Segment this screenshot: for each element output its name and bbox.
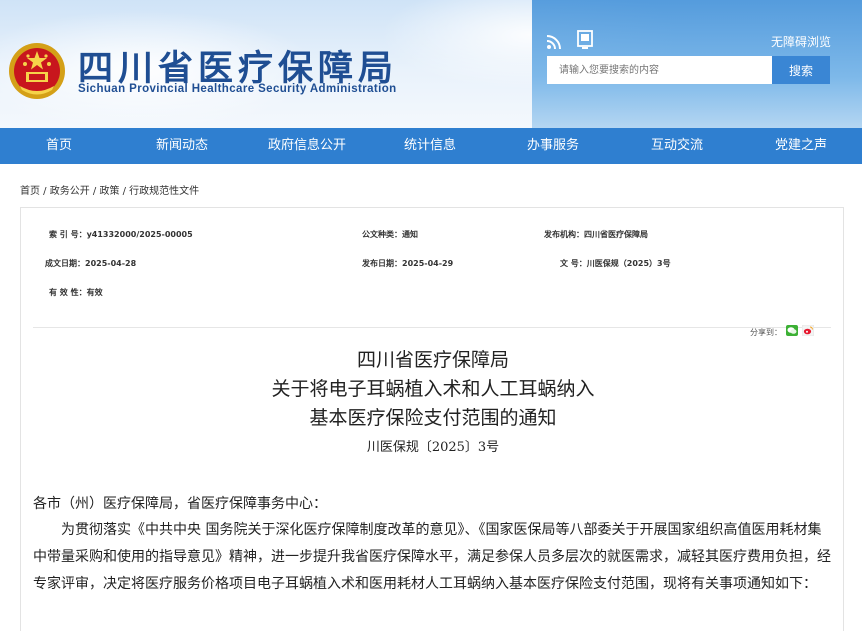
- meta-created-value: 2025-04-28: [85, 259, 137, 268]
- meta-category-label: 公文种类：: [362, 230, 402, 239]
- article-content: 索 引 号：y41332000/2025-00005 公文种类：通知 发布机构：…: [20, 207, 844, 631]
- meta-category: 公文种类：通知: [362, 229, 418, 240]
- meta-validity-label: 有 效 性：: [49, 288, 87, 297]
- wechat-share-icon[interactable]: [786, 325, 798, 336]
- meta-validity: 有 效 性：有效: [49, 287, 103, 298]
- site-header: 四川省医疗保障局 Sichuan Provincial Healthcare S…: [0, 0, 862, 128]
- meta-published-value: 2025-04-29: [402, 259, 454, 268]
- document-number: 川医保规〔2025〕3号: [366, 440, 500, 455]
- meta-issuer-value: 四川省医疗保障局: [584, 230, 648, 239]
- search-button[interactable]: 搜索: [772, 56, 830, 84]
- rss-icon[interactable]: [546, 32, 564, 50]
- nav-item-gov-info[interactable]: 政府信息公开: [268, 128, 346, 164]
- nav-item-services[interactable]: 办事服务: [527, 128, 579, 164]
- search-input[interactable]: [547, 56, 772, 84]
- meta-created: 成文日期：2025-04-28: [45, 258, 136, 269]
- mobile-icon[interactable]: [576, 30, 594, 50]
- meta-index-label: 索 引 号：: [49, 230, 87, 239]
- nav-item-news[interactable]: 新闻动态: [156, 128, 208, 164]
- site-subtitle: Sichuan Provincial Healthcare Security A…: [78, 83, 397, 95]
- meta-docno-value: 川医保规（2025）3号: [586, 259, 671, 268]
- document-title-line1: 四川省医疗保障局: [356, 349, 509, 371]
- meta-docno-label: 文 号：: [560, 259, 587, 268]
- breadcrumb[interactable]: 首页 / 政务公开 / 政策 / 行政规范性文件: [20, 182, 199, 197]
- meta-index-value: y41332000/2025-00005: [86, 230, 193, 239]
- meta-issuer: 发布机构：四川省医疗保障局: [544, 229, 648, 240]
- weibo-share-icon[interactable]: [802, 325, 814, 336]
- main-nav: 首页 新闻动态 政府信息公开 统计信息 办事服务 互动交流 党建之声: [0, 128, 862, 164]
- meta-published-label: 发布日期：: [362, 259, 402, 268]
- meta-divider: [33, 327, 831, 328]
- meta-index: 索 引 号：y41332000/2025-00005: [49, 229, 193, 240]
- nav-item-party[interactable]: 党建之声: [775, 128, 827, 164]
- meta-validity-value: 有效: [86, 288, 103, 297]
- meta-issuer-label: 发布机构：: [544, 230, 584, 239]
- document-title-line3: 基本医疗保险支付范围的通知: [309, 407, 557, 429]
- accessibility-link[interactable]: 无障碍浏览: [771, 33, 831, 50]
- meta-docno: 文 号：川医保规（2025）3号: [560, 258, 671, 269]
- nav-item-interaction[interactable]: 互动交流: [651, 128, 703, 164]
- share-label: 分享到：: [750, 328, 782, 337]
- document-title-line2: 关于将电子耳蜗植入术和人工耳蜗纳入: [271, 378, 595, 400]
- meta-created-label: 成文日期：: [45, 259, 85, 268]
- meta-category-value: 通知: [402, 230, 418, 239]
- nav-item-home[interactable]: 首页: [46, 128, 72, 164]
- meta-published: 发布日期：2025-04-29: [362, 258, 453, 269]
- nav-item-statistics[interactable]: 统计信息: [404, 128, 456, 164]
- national-emblem-icon: [9, 43, 65, 99]
- document-paragraph: 为贯彻落实《中共中央 国务院关于深化医疗保障制度改革的意见》、《国家医保局等八部…: [33, 522, 831, 592]
- document-salutation: 各市（州）医疗保障局，省医疗保障事务中心：: [33, 496, 327, 512]
